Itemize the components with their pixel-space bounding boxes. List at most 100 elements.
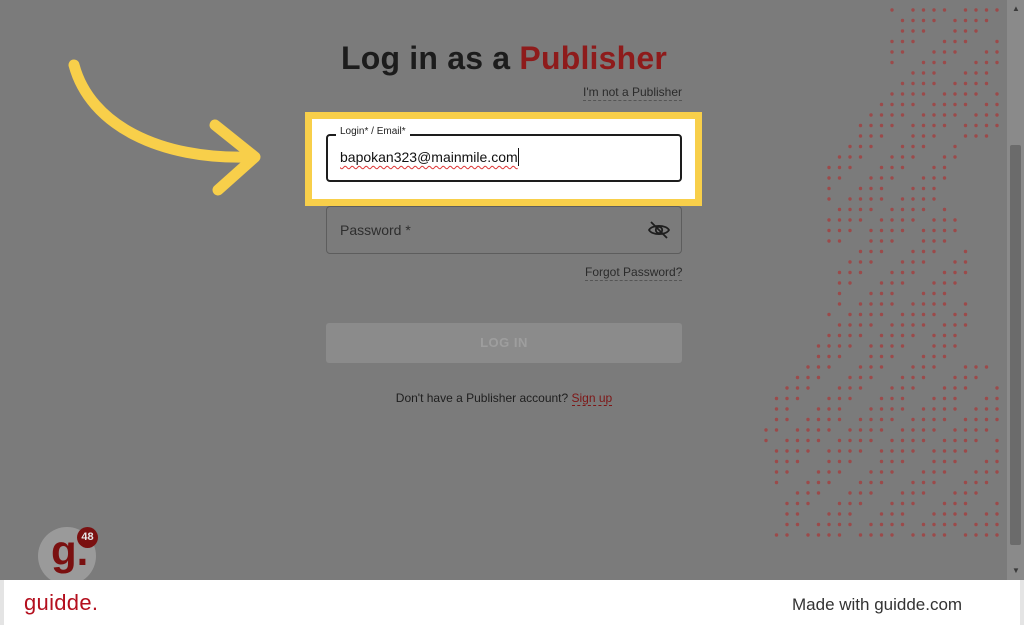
pattern-dot [921, 144, 926, 149]
pattern-dot [984, 407, 989, 411]
pattern-dot [932, 522, 936, 527]
pattern-dot [869, 249, 873, 254]
pattern-dot [900, 228, 905, 233]
email-field-value[interactable]: bapokan323@mainmile.com [340, 149, 518, 165]
pattern-dot [890, 113, 894, 117]
pattern-dot [984, 8, 989, 12]
pattern-dot [785, 438, 789, 443]
pattern-dot [942, 386, 947, 390]
pattern-dot [858, 134, 863, 138]
scrollbar-thumb[interactable] [1010, 145, 1021, 545]
decorative-dot-pattern [764, 8, 999, 537]
forgot-password-link[interactable]: Forgot Password? [585, 265, 683, 281]
made-with-guidde[interactable]: Made with guidde.com [792, 595, 962, 615]
pattern-dot [921, 134, 926, 138]
pattern-dot [921, 123, 926, 128]
pattern-dot [932, 186, 936, 191]
pattern-dot [921, 228, 926, 233]
pattern-dot [953, 113, 957, 117]
pattern-dot [890, 344, 894, 348]
pattern-dot [785, 449, 789, 453]
pattern-dot [848, 386, 852, 390]
pattern-dot [848, 522, 852, 527]
pattern-dot [921, 260, 926, 264]
pattern-dot [774, 428, 779, 432]
guidde-logo[interactable]: guidde. [24, 590, 98, 616]
pattern-dot [837, 470, 842, 474]
pattern-dot [858, 302, 863, 306]
pattern-dot [942, 344, 947, 348]
pattern-dot [963, 312, 968, 317]
pattern-dot [869, 207, 873, 212]
pattern-dot [921, 323, 926, 327]
pattern-dot [995, 92, 999, 96]
pattern-dot [869, 354, 873, 359]
pattern-dot [774, 417, 779, 422]
pattern-dot [921, 207, 926, 212]
pattern-dot [879, 428, 884, 432]
login-button[interactable]: LOG IN [326, 323, 682, 363]
pattern-dot [795, 501, 800, 506]
pattern-dot [785, 522, 789, 527]
pattern-dot [816, 407, 821, 411]
pattern-dot [858, 365, 863, 369]
pattern-dot [942, 113, 947, 117]
pattern-dot [932, 8, 936, 12]
pattern-dot [900, 375, 905, 380]
pattern-dot [816, 480, 821, 485]
pattern-dot [837, 207, 842, 212]
pattern-dot [858, 323, 863, 327]
pattern-dot [806, 417, 810, 422]
pattern-dot [869, 197, 873, 201]
pattern-dot [827, 197, 831, 201]
pattern-dot [911, 449, 915, 453]
signup-link[interactable]: Sign up [571, 391, 613, 406]
not-publisher-link[interactable]: I'm not a Publisher [583, 85, 683, 101]
pattern-dot [911, 218, 915, 222]
pattern-dot [963, 134, 968, 138]
pattern-dot [911, 480, 915, 485]
pattern-dot [900, 102, 905, 107]
pattern-dot [869, 344, 873, 348]
pattern-dot [953, 375, 957, 380]
pattern-dot [995, 407, 999, 411]
pattern-dot [953, 102, 957, 107]
pattern-dot [879, 312, 884, 317]
pattern-dot [890, 102, 894, 107]
pattern-dot [890, 270, 894, 275]
pattern-dot [953, 281, 957, 285]
pattern-dot [963, 375, 968, 380]
eye-off-icon[interactable] [647, 218, 671, 242]
pattern-dot [890, 407, 894, 411]
pattern-dot [858, 218, 863, 222]
pattern-dot [932, 354, 936, 359]
pattern-dot [879, 123, 884, 128]
pattern-dot [953, 92, 957, 96]
pattern-dot [911, 123, 915, 128]
pattern-dot [953, 323, 957, 327]
pattern-dot [932, 512, 936, 516]
pattern-dot [795, 438, 800, 443]
pattern-dot [837, 323, 842, 327]
pattern-dot [869, 522, 873, 527]
pattern-dot [806, 365, 810, 369]
pattern-dot [963, 386, 968, 390]
pattern-dot [995, 417, 999, 422]
scroll-down-arrow-icon[interactable]: ▼ [1012, 566, 1020, 575]
pattern-dot [869, 176, 873, 180]
pattern-dot [827, 228, 831, 233]
pattern-dot [953, 512, 957, 516]
pattern-dot [921, 186, 926, 191]
pattern-dot [953, 459, 957, 464]
pattern-dot [827, 522, 831, 527]
pattern-dot [911, 312, 915, 317]
pattern-dot [848, 438, 852, 443]
pattern-dot [953, 228, 957, 233]
pattern-dot [848, 207, 852, 212]
pattern-dot [837, 533, 842, 537]
pattern-dot [879, 480, 884, 485]
scroll-up-arrow-icon[interactable]: ▲ [1012, 4, 1020, 13]
pattern-dot [942, 8, 947, 12]
pattern-dot [890, 8, 894, 12]
pattern-dot [942, 470, 947, 474]
